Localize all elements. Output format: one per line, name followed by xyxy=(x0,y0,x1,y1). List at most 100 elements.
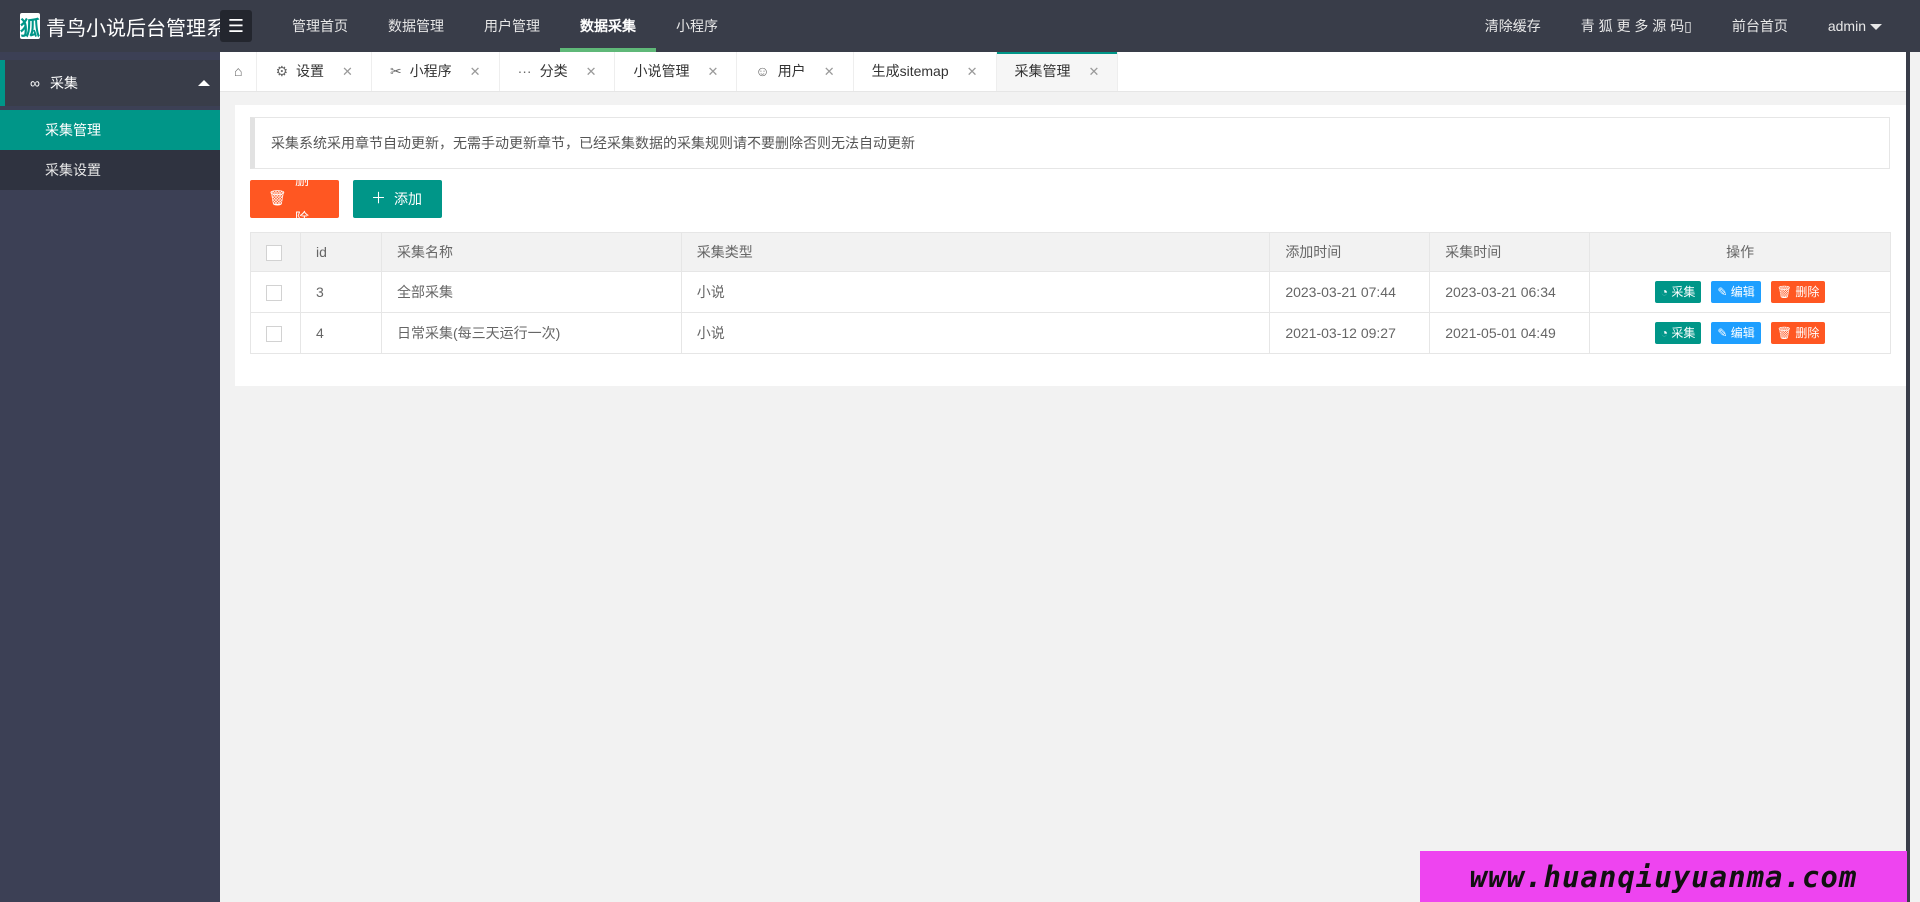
collect-button[interactable]: ◔ 采集 xyxy=(1654,281,1702,303)
col-header-name[interactable]: 采集名称 xyxy=(380,232,682,272)
col-header-type[interactable]: 采集类型 xyxy=(680,232,1271,272)
delete-button-label: 删除 xyxy=(295,172,310,226)
close-icon[interactable]: ✕ xyxy=(824,52,835,91)
select-all-checkbox[interactable] xyxy=(266,244,282,261)
col-header-id[interactable]: id xyxy=(299,232,382,272)
row-checkbox[interactable] xyxy=(266,284,282,301)
row-delete-button-label: 删除 xyxy=(1795,285,1820,299)
collect-table: id 采集名称 采集类型 添加时间 采集时间 操作 3 全部采集 小说 2023… xyxy=(250,232,1891,354)
gear-icon: ⚙ xyxy=(275,63,289,79)
table-row: 4 日常采集(每三天运行一次) 小说 2021-03-12 09:27 2021… xyxy=(250,312,1891,354)
delete-button[interactable]: 🗑 删除 xyxy=(250,172,339,226)
pencil-icon: ✎ xyxy=(1717,326,1731,340)
more-source-link[interactable]: 青 狐 更 多 源 码▯ xyxy=(1561,0,1712,52)
more-icon: ··· xyxy=(517,63,532,79)
collect-button-label: 采集 xyxy=(1671,285,1696,299)
tab-users[interactable]: ☺ 用户 ✕ xyxy=(737,52,854,91)
tab-label: 采集管理 xyxy=(1014,63,1071,79)
main-card: 采集系统采用章节自动更新，无需手动更新章节，已经采集数据的采集规则请不要删除否则… xyxy=(235,105,1906,386)
table-header-row: id 采集名称 采集类型 添加时间 采集时间 操作 xyxy=(250,232,1891,272)
username: admin xyxy=(1827,18,1866,34)
row-checkbox[interactable] xyxy=(266,325,282,342)
collect-button[interactable]: ◔ 采集 xyxy=(1654,322,1702,344)
topnav-item-collect[interactable]: 数据采集 xyxy=(560,0,656,52)
cell-name: 全部采集 xyxy=(380,271,682,313)
edit-button-label: 编辑 xyxy=(1730,326,1755,340)
clear-cache-link[interactable]: 清除缓存 xyxy=(1465,0,1561,52)
add-button-label: 添加 xyxy=(394,191,423,207)
top-right-nav: 清除缓存 青 狐 更 多 源 码▯ 前台首页 admin xyxy=(1465,0,1902,52)
cell-collected: 2021-05-01 04:49 xyxy=(1429,312,1591,354)
tab-home[interactable]: ⌂ xyxy=(220,52,258,91)
edit-button-label: 编辑 xyxy=(1730,285,1755,299)
gauge-icon: ◔ xyxy=(1660,326,1672,340)
close-icon[interactable]: ✕ xyxy=(967,52,978,91)
sidebar-item-collect-manage[interactable]: 采集管理 xyxy=(0,110,220,150)
app-logo[interactable]: 狐 青鸟小说后台管理系 xyxy=(0,0,226,52)
tab-bar: ⌂ ⚙ 设置 ✕ ✂ 小程序 ✕ ··· 分类 ✕ 小说管理 ✕ ☺ 用户 ✕ … xyxy=(220,52,1906,92)
trash-icon: 🗑 xyxy=(268,190,288,207)
tab-sitemap[interactable]: 生成sitemap ✕ xyxy=(854,52,997,91)
table-row: 3 全部采集 小说 2023-03-21 07:44 2023-03-21 06… xyxy=(250,271,1891,313)
col-header-added[interactable]: 添加时间 xyxy=(1269,232,1431,272)
collect-button-label: 采集 xyxy=(1671,326,1696,340)
close-icon[interactable]: ✕ xyxy=(586,52,597,91)
sidebar-group-collect[interactable]: ∞ 采集 xyxy=(0,60,220,106)
select-all-cell xyxy=(250,232,301,272)
home-icon: ⌂ xyxy=(234,63,243,79)
sidebar-item-collect-settings[interactable]: 采集设置 xyxy=(0,150,220,190)
topnav-item-data[interactable]: 数据管理 xyxy=(368,0,464,52)
close-icon[interactable]: ✕ xyxy=(1089,52,1100,91)
tab-label: 分类 xyxy=(539,63,568,79)
row-delete-button[interactable]: 🗑 删除 xyxy=(1770,281,1826,303)
topnav-item-users[interactable]: 用户管理 xyxy=(464,0,560,52)
col-header-actions: 操作 xyxy=(1589,232,1891,272)
user-menu[interactable]: admin xyxy=(1808,0,1902,52)
top-header: 狐 青鸟小说后台管理系 ☰ 管理首页 数据管理 用户管理 数据采集 小程序 清除… xyxy=(0,0,1920,52)
tab-settings[interactable]: ⚙ 设置 ✕ xyxy=(257,52,372,91)
fold-menu-button[interactable]: ☰ xyxy=(220,10,252,42)
gauge-icon: ◔ xyxy=(1660,285,1672,299)
sidebar-group-label: 采集 xyxy=(49,75,78,91)
right-edge-bar xyxy=(1906,52,1910,902)
close-icon[interactable]: ✕ xyxy=(342,52,353,91)
close-icon[interactable]: ✕ xyxy=(470,52,481,91)
fold-menu-icon: ☰ xyxy=(227,15,245,36)
row-delete-button-label: 删除 xyxy=(1795,326,1820,340)
cell-actions: ◔ 采集 ✎ 编辑 🗑 删除 xyxy=(1589,271,1891,313)
chevron-down-icon xyxy=(1870,24,1882,31)
tab-label: 用户 xyxy=(777,63,806,79)
cell-type: 小说 xyxy=(680,271,1271,313)
trash-icon: 🗑 xyxy=(1776,285,1796,299)
cell-id: 3 xyxy=(299,271,382,313)
frontend-home-link[interactable]: 前台首页 xyxy=(1712,0,1808,52)
cell-added: 2021-03-12 09:27 xyxy=(1269,312,1431,354)
close-icon[interactable]: ✕ xyxy=(707,52,718,91)
cell-id: 4 xyxy=(299,312,382,354)
col-header-collected[interactable]: 采集时间 xyxy=(1429,232,1591,272)
cell-added: 2023-03-21 07:44 xyxy=(1269,271,1431,313)
tab-category[interactable]: ··· 分类 ✕ xyxy=(500,52,616,91)
pencil-icon: ✎ xyxy=(1717,285,1731,299)
edit-button[interactable]: ✎ 编辑 xyxy=(1711,322,1761,344)
cell-type: 小说 xyxy=(680,312,1271,354)
tab-label: 小程序 xyxy=(409,63,452,79)
topnav-item-miniprogram[interactable]: 小程序 xyxy=(656,0,738,52)
tab-label: 设置 xyxy=(296,63,325,79)
cell-name: 日常采集(每三天运行一次) xyxy=(380,312,682,354)
sidebar: ∞ 采集 采集管理 采集设置 xyxy=(0,52,220,902)
add-button[interactable]: ＋ 添加 xyxy=(353,180,442,218)
tab-label: 小说管理 xyxy=(633,63,690,79)
cell-collected: 2023-03-21 06:34 xyxy=(1429,271,1591,313)
topnav-item-home[interactable]: 管理首页 xyxy=(272,0,368,52)
tab-novel-manage[interactable]: 小说管理 ✕ xyxy=(615,52,738,91)
row-delete-button[interactable]: 🗑 删除 xyxy=(1770,322,1826,344)
tab-miniprogram[interactable]: ✂ 小程序 ✕ xyxy=(372,52,500,91)
link-icon: ∞ xyxy=(30,75,40,91)
top-nav: 管理首页 数据管理 用户管理 数据采集 小程序 xyxy=(272,0,738,52)
tab-collect-manage[interactable]: 采集管理 ✕ xyxy=(996,52,1119,91)
edit-button[interactable]: ✎ 编辑 xyxy=(1711,281,1761,303)
plus-icon: ＋ xyxy=(371,190,387,207)
user-icon: ☺ xyxy=(755,63,770,79)
cell-actions: ◔ 采集 ✎ 编辑 🗑 删除 xyxy=(1589,312,1891,354)
